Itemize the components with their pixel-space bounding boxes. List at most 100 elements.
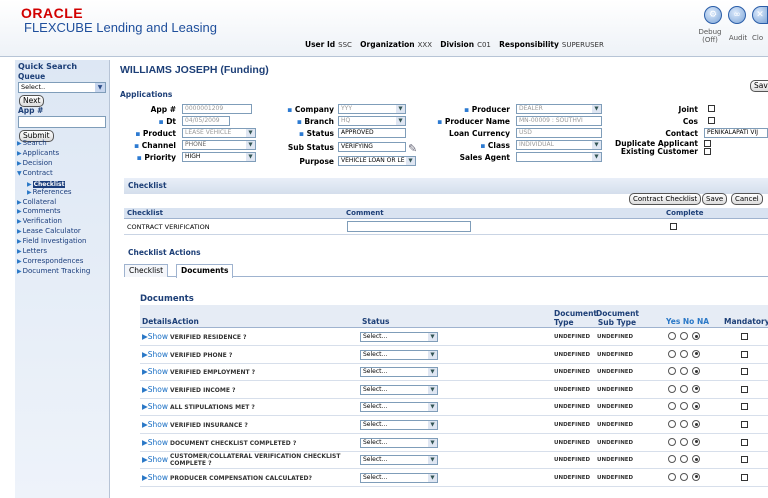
no-radio[interactable] — [680, 455, 688, 464]
duplicate-applicant-checkbox[interactable] — [704, 140, 711, 147]
branch-select[interactable]: HQ ▼ — [338, 116, 406, 126]
status-field[interactable]: APPROVED — [338, 128, 406, 138]
document-status-select[interactable]: Select... ▼ — [360, 472, 438, 483]
na-radio[interactable] — [692, 455, 700, 464]
document-status-select[interactable]: Select... ▼ — [360, 367, 438, 378]
mandatory-checkbox[interactable] — [741, 473, 748, 481]
contract-checklist-button[interactable]: Contract Checklist — [629, 193, 702, 205]
no-radio[interactable] — [680, 384, 688, 393]
document-status-select[interactable]: Select... ▼ — [360, 420, 438, 430]
purpose-select[interactable]: VEHICLE LOAN OR LE ▼ — [338, 156, 416, 166]
document-status-select[interactable]: Select... ▼ — [360, 437, 438, 448]
yes-radio[interactable] — [668, 420, 676, 428]
sidebar-item-contract[interactable]: ▼Contract — [17, 169, 109, 179]
producer-name-field[interactable]: MN-00009 : SOUTHVI — [516, 116, 602, 126]
loan-currency-field[interactable]: USD — [516, 128, 602, 138]
show-link[interactable]: ▶Show — [142, 350, 168, 359]
no-radio[interactable] — [680, 402, 688, 411]
pen-icon[interactable]: ✎ — [408, 142, 417, 155]
show-link[interactable]: ▶Show — [142, 332, 168, 341]
checklist-save-button[interactable]: Save — [702, 193, 728, 205]
sidebar-item-applicants[interactable]: ▶Applicants — [17, 149, 109, 159]
yes-radio[interactable] — [668, 437, 676, 446]
channel-select[interactable]: PHONE ▼ — [182, 140, 256, 150]
queue-select[interactable]: Select.. ▼ — [18, 82, 106, 93]
yes-radio[interactable] — [668, 455, 676, 464]
sidebar-item-field-investigation[interactable]: ▶Field Investigation — [17, 237, 109, 247]
document-status-select[interactable]: Select... ▼ — [360, 349, 438, 360]
mandatory-checkbox[interactable] — [741, 333, 748, 340]
close-button[interactable]: Clo — [752, 34, 768, 42]
sidebar-item-references[interactable]: ▶References — [17, 188, 109, 198]
mandatory-checkbox[interactable] — [741, 350, 748, 358]
mandatory-checkbox[interactable] — [741, 438, 748, 446]
substatus-field[interactable]: VERIFYING — [338, 142, 406, 152]
checklist-comment-input[interactable] — [347, 221, 471, 232]
checklist-complete-checkbox[interactable] — [670, 223, 677, 230]
sidebar-item-collateral[interactable]: ▶Collateral — [17, 198, 109, 208]
no-radio[interactable] — [680, 420, 688, 428]
na-radio[interactable] — [692, 420, 700, 428]
document-status-select[interactable]: Select... ▼ — [360, 455, 438, 466]
producer-select[interactable]: DEALER ▼ — [516, 104, 602, 114]
document-status-select[interactable]: Select... ▼ — [360, 384, 438, 395]
yes-radio[interactable] — [668, 367, 676, 376]
app-no-field[interactable]: 0000001209 — [182, 104, 252, 114]
na-radio[interactable] — [692, 367, 700, 376]
mandatory-checkbox[interactable] — [741, 421, 748, 428]
no-radio[interactable] — [680, 367, 688, 376]
yes-radio[interactable] — [668, 472, 676, 481]
audit-button[interactable]: Audit — [728, 34, 748, 42]
checklist-cancel-button[interactable]: Cancel — [731, 193, 763, 205]
product-select[interactable]: LEASE VEHICLE ▼ — [182, 128, 256, 138]
na-radio[interactable] — [692, 384, 700, 393]
tab-checklist[interactable]: Checklist — [124, 264, 169, 277]
show-link[interactable]: ▶Show — [142, 438, 168, 447]
save-button[interactable]: Save — [750, 80, 768, 92]
joint-checkbox[interactable] — [708, 105, 715, 112]
tab-documents[interactable]: Documents — [176, 264, 234, 278]
show-link[interactable]: ▶Show — [142, 473, 168, 482]
yes-radio[interactable] — [668, 332, 676, 340]
close-icon[interactable]: ✕ — [752, 6, 768, 24]
sidebar-item-correspondences[interactable]: ▶Correspondences — [17, 257, 109, 267]
no-radio[interactable] — [680, 437, 688, 446]
mandatory-checkbox[interactable] — [741, 456, 748, 464]
no-radio[interactable] — [680, 332, 688, 340]
existing-customer-checkbox[interactable] — [704, 148, 711, 155]
cos-checkbox[interactable] — [708, 117, 715, 124]
na-radio[interactable] — [692, 472, 700, 481]
sidebar-item-decision[interactable]: ▶Decision — [17, 159, 109, 169]
dt-field[interactable]: 04/05/2009 — [182, 116, 230, 126]
mandatory-checkbox[interactable] — [741, 403, 748, 411]
no-radio[interactable] — [680, 472, 688, 481]
yes-radio[interactable] — [668, 402, 676, 411]
na-radio[interactable] — [692, 349, 700, 358]
show-link[interactable]: ▶Show — [142, 385, 168, 394]
na-radio[interactable] — [692, 402, 700, 411]
sidebar-item-verification[interactable]: ▶Verification — [17, 217, 109, 227]
mandatory-checkbox[interactable] — [741, 385, 748, 393]
mandatory-checkbox[interactable] — [741, 368, 748, 376]
debug-button[interactable]: Debug (Off) — [696, 28, 724, 44]
show-link[interactable]: ▶Show — [142, 367, 168, 376]
yes-radio[interactable] — [668, 384, 676, 393]
show-link[interactable]: ▶Show — [142, 402, 168, 411]
sidebar-item-letters[interactable]: ▶Letters — [17, 247, 109, 257]
sidebar-item-lease-calculator[interactable]: ▶Lease Calculator — [17, 227, 109, 237]
yes-radio[interactable] — [668, 349, 676, 358]
na-radio[interactable] — [692, 437, 700, 446]
show-link[interactable]: ▶Show — [142, 455, 168, 464]
sidebar-item-comments[interactable]: ▶Comments — [17, 207, 109, 217]
document-status-select[interactable]: Select... ▼ — [360, 332, 438, 342]
no-radio[interactable] — [680, 349, 688, 358]
sidebar-item-document-tracking[interactable]: ▶Document Tracking — [17, 267, 109, 277]
na-radio[interactable] — [692, 332, 700, 340]
priority-select[interactable]: HIGH ▼ — [182, 152, 256, 162]
app-number-input[interactable] — [18, 116, 106, 128]
audit-icon[interactable]: ∞ — [728, 6, 746, 24]
debug-icon[interactable]: ⚙ — [704, 6, 722, 24]
show-link[interactable]: ▶Show — [142, 420, 168, 429]
contact-field[interactable]: PENIKALAPATI VIJ — [704, 128, 768, 138]
document-status-select[interactable]: Select... ▼ — [360, 402, 438, 413]
